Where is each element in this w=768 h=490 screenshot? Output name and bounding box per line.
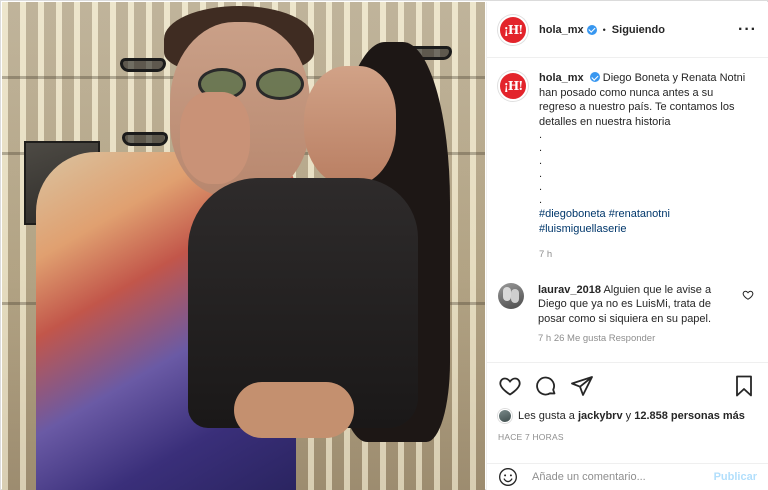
- bookmark-icon[interactable]: [732, 374, 756, 398]
- action-bar: [498, 363, 757, 409]
- likes-prefix: Les gusta a: [518, 410, 575, 422]
- caption-dot: .: [539, 194, 543, 206]
- comment-like-heart-icon[interactable]: [742, 289, 754, 301]
- caption-time: 7 h: [539, 249, 553, 260]
- comment-item: laurav_2018 Alguien que le avise a Diego…: [498, 282, 757, 347]
- man-hand: [234, 382, 354, 438]
- caption-dot: .: [539, 129, 543, 141]
- commenter-avatar[interactable]: [498, 282, 524, 309]
- comment-input[interactable]: [532, 471, 714, 483]
- share-icon[interactable]: [570, 374, 594, 398]
- instagram-post-window: ¡H! hola_mx • Siguiendo ··· ¡H! hola_mx …: [0, 0, 768, 490]
- caption-dot: .: [539, 181, 543, 193]
- hashtags-line[interactable]: #diegoboneta #renatanotni: [539, 208, 670, 220]
- comments-section: ¡H! hola_mx Diego Boneta y Renata Notni …: [487, 59, 768, 361]
- likes-count[interactable]: 12.858 personas más: [634, 410, 745, 422]
- caption-dot: .: [539, 155, 543, 167]
- lens: [256, 68, 304, 100]
- heart-icon[interactable]: [498, 374, 522, 398]
- follow-status-button[interactable]: Siguiendo: [612, 24, 665, 36]
- caption-username[interactable]: hola_mx: [539, 72, 584, 84]
- comment-username[interactable]: laurav_2018: [538, 284, 601, 296]
- add-comment-bar: Publicar: [487, 463, 768, 490]
- separator: •: [602, 24, 606, 35]
- publish-button[interactable]: Publicar: [714, 471, 757, 483]
- caption-body: hola_mx Diego Boneta y Renata Notni han …: [539, 71, 753, 263]
- post-photo[interactable]: [2, 2, 485, 490]
- post-caption: ¡H! hola_mx Diego Boneta y Renata Notni …: [498, 71, 757, 263]
- glasses-prop: [120, 58, 166, 72]
- glasses-prop: [122, 132, 168, 146]
- caption-dot: .: [539, 168, 543, 180]
- likes-middle: y: [625, 410, 632, 422]
- hashtags-line[interactable]: #luismiguellaserie: [539, 223, 626, 235]
- actions-area: Les gusta a jackybrv y 12.858 personas m…: [487, 362, 768, 462]
- likes-summary: Les gusta a jackybrv y 12.858 personas m…: [498, 409, 757, 423]
- comment-icon[interactable]: [534, 374, 558, 398]
- liker-avatar[interactable]: [498, 409, 512, 423]
- account-username[interactable]: hola_mx: [539, 24, 584, 36]
- emoji-icon[interactable]: [498, 467, 518, 487]
- caption-dot: .: [539, 142, 543, 154]
- woman-hand: [180, 92, 250, 184]
- caption-avatar[interactable]: ¡H!: [498, 71, 528, 101]
- post-timestamp: HACE 7 HORAS: [498, 432, 564, 442]
- more-options-icon[interactable]: ···: [738, 21, 757, 38]
- post-header: ¡H! hola_mx • Siguiendo ···: [487, 2, 768, 58]
- verified-badge-icon: [589, 72, 600, 82]
- post-sidebar: ¡H! hola_mx • Siguiendo ··· ¡H! hola_mx …: [486, 2, 768, 490]
- comment-body: laurav_2018 Alguien que le avise a Diego…: [538, 283, 736, 347]
- comment-meta[interactable]: 7 h 26 Me gusta Responder: [538, 332, 736, 347]
- verified-badge-icon: [586, 24, 597, 35]
- woman-face: [304, 66, 396, 186]
- account-avatar[interactable]: ¡H!: [498, 14, 528, 45]
- likes-user[interactable]: jackybrv: [578, 410, 623, 422]
